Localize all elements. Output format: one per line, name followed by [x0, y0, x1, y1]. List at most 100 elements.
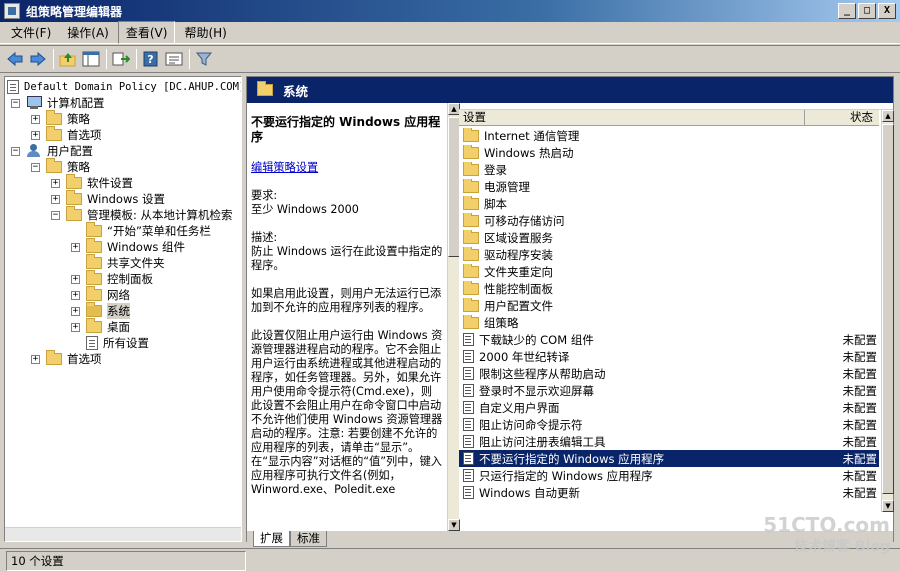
- list-item-folder[interactable]: 脚本: [459, 195, 879, 212]
- expand-toggle[interactable]: +: [51, 194, 60, 204]
- maximize-button[interactable]: □: [858, 3, 876, 19]
- list-item-policy[interactable]: 2000 年世纪转译 未配置: [459, 348, 879, 365]
- requirements-value: 至少 Windows 2000: [251, 203, 359, 216]
- status-text: 10 个设置: [6, 550, 246, 571]
- toolbar-separator: [106, 49, 107, 69]
- folder-icon: [463, 314, 479, 329]
- tree-item-admin-templates[interactable]: − 管理模板: 从本地计算机检索: [51, 206, 233, 223]
- collapse-toggle[interactable]: −: [31, 162, 40, 172]
- list-item-policy[interactable]: Windows 自动更新 未配置: [459, 484, 879, 501]
- expand-toggle[interactable]: +: [71, 242, 80, 252]
- tree-item-network[interactable]: + 网络: [71, 286, 130, 303]
- tree-item-user-policies[interactable]: − 策略: [31, 158, 90, 175]
- tree-item-shared-folders[interactable]: 共享文件夹: [86, 254, 165, 271]
- expand-toggle[interactable]: +: [71, 274, 80, 284]
- tree-root[interactable]: Default Domain Policy [DC.AHUP.COM]: [7, 79, 241, 95]
- settings-list[interactable]: 设置 状态 Internet 通信管理 Windows 热启动 登录 电源管理 脚本 可移…: [459, 109, 894, 512]
- tree-item-computer-policies[interactable]: + 策略: [31, 110, 90, 127]
- list-item-folder[interactable]: 文件夹重定向: [459, 263, 879, 280]
- list-item-policy[interactable]: 限制这些程序从帮助启动 未配置: [459, 365, 879, 382]
- list-item-folder[interactable]: Internet 通信管理: [459, 127, 879, 144]
- list-item-policy[interactable]: 阻止访问命令提示符 未配置: [459, 416, 879, 433]
- export-icon: [112, 52, 130, 66]
- list-item-policy[interactable]: 只运行指定的 Windows 应用程序 未配置: [459, 467, 879, 484]
- list-item-folder[interactable]: 电源管理: [459, 178, 879, 195]
- tree-item-control-panel[interactable]: + 控制面板: [71, 270, 153, 287]
- list-item-policy[interactable]: 阻止访问注册表编辑工具 未配置: [459, 433, 879, 450]
- close-button[interactable]: X: [878, 3, 896, 19]
- expand-toggle[interactable]: +: [31, 130, 40, 140]
- minimize-button[interactable]: _: [838, 3, 856, 19]
- list-item-folder[interactable]: 可移动存储访问: [459, 212, 879, 229]
- tree-item-computer-preferences[interactable]: + 首选项: [31, 126, 102, 143]
- tree-item-computer-config[interactable]: − 计算机配置: [11, 95, 105, 111]
- expand-toggle[interactable]: +: [31, 114, 40, 124]
- tree-item-start-menu[interactable]: “开始”菜单和任务栏: [86, 222, 211, 239]
- tree-item-desktop[interactable]: + 桌面: [71, 318, 130, 335]
- tree-horizontal-scrollbar[interactable]: [5, 527, 241, 541]
- folder-icon: [86, 238, 102, 253]
- list-item-state: 未配置: [842, 468, 878, 483]
- tree-item-windows-settings[interactable]: + Windows 设置: [51, 190, 165, 207]
- console-tree[interactable]: Default Domain Policy [DC.AHUP.COM] − 计算…: [4, 76, 242, 542]
- back-button[interactable]: [4, 48, 26, 70]
- expand-toggle[interactable]: +: [71, 306, 80, 316]
- list-item-folder[interactable]: 驱动程序安装: [459, 246, 879, 263]
- forward-button[interactable]: [27, 48, 49, 70]
- column-state[interactable]: 状态: [805, 110, 879, 125]
- scroll-thumb[interactable]: [882, 124, 894, 494]
- tree-item-all-settings[interactable]: 所有设置: [86, 335, 149, 351]
- column-setting[interactable]: 设置: [459, 110, 805, 125]
- extended-description: 不要运行指定的 Windows 应用程序 编辑策略设置 要求: 至少 Windo…: [247, 103, 447, 531]
- collapse-toggle[interactable]: −: [11, 146, 20, 156]
- list-item-policy[interactable]: 自定义用户界面 未配置: [459, 399, 879, 416]
- menu-view[interactable]: 查看(V): [117, 21, 176, 44]
- tab-standard[interactable]: 标准: [290, 531, 327, 547]
- scroll-up-button[interactable]: ▲: [882, 110, 894, 122]
- list-item-policy[interactable]: 不要运行指定的 Windows 应用程序 未配置: [459, 450, 879, 467]
- description-scrollbar[interactable]: ▲ ▼: [447, 103, 460, 531]
- collapse-toggle[interactable]: −: [11, 98, 20, 108]
- list-item-folder[interactable]: 登录: [459, 161, 879, 178]
- folder-icon: [463, 144, 479, 159]
- list-item-state: 未配置: [842, 383, 878, 398]
- tree-item-user-config[interactable]: − 用户配置: [11, 143, 93, 159]
- tree-item-user-preferences[interactable]: + 首选项: [31, 350, 102, 367]
- list-item-folder[interactable]: 用户配置文件: [459, 297, 879, 314]
- list-item-folder[interactable]: 性能控制面板: [459, 280, 879, 297]
- list-item-folder[interactable]: 组策略: [459, 314, 879, 331]
- expand-toggle[interactable]: +: [31, 354, 40, 364]
- list-item-folder[interactable]: Windows 热启动: [459, 144, 879, 161]
- scroll-down-button[interactable]: ▼: [882, 500, 894, 512]
- menu-action[interactable]: 操作(A): [60, 22, 116, 43]
- export-list-button[interactable]: [110, 48, 132, 70]
- list-item-policy[interactable]: 下载缺少的 COM 组件 未配置: [459, 331, 879, 348]
- tree-item-system[interactable]: + 系统: [71, 302, 130, 319]
- folder-icon: [86, 318, 102, 333]
- list-item-policy[interactable]: 登录时不显示欢迎屏幕 未配置: [459, 382, 879, 399]
- list-scrollbar[interactable]: ▲ ▼: [881, 110, 894, 512]
- tree-item-label: 网络: [107, 288, 130, 302]
- scroll-down-button[interactable]: ▼: [448, 519, 460, 531]
- up-level-button[interactable]: [57, 48, 79, 70]
- expand-toggle[interactable]: +: [51, 178, 60, 188]
- list-item-state: 未配置: [842, 332, 878, 347]
- expand-toggle[interactable]: +: [71, 290, 80, 300]
- tree-item-label: 所有设置: [103, 336, 149, 350]
- show-hide-tree-button[interactable]: [80, 48, 102, 70]
- properties-button[interactable]: [163, 48, 185, 70]
- edit-policy-link[interactable]: 编辑策略设置: [251, 161, 443, 175]
- expand-toggle[interactable]: +: [71, 322, 80, 332]
- list-item-label: Windows 热启动: [484, 145, 574, 160]
- menu-help[interactable]: 帮助(H): [177, 22, 233, 43]
- filter-button[interactable]: [193, 48, 215, 70]
- description-label: 描述:: [251, 231, 278, 244]
- menu-file[interactable]: 文件(F): [4, 22, 58, 43]
- tab-extended[interactable]: 扩展: [253, 531, 290, 547]
- list-item-folder[interactable]: 区域设置服务: [459, 229, 879, 246]
- collapse-toggle[interactable]: −: [51, 210, 60, 220]
- tree-item-software-settings[interactable]: + 软件设置: [51, 174, 133, 191]
- arrow-left-icon: [7, 51, 23, 67]
- help-button[interactable]: ?: [140, 48, 162, 70]
- tree-item-windows-components[interactable]: + Windows 组件: [71, 238, 185, 255]
